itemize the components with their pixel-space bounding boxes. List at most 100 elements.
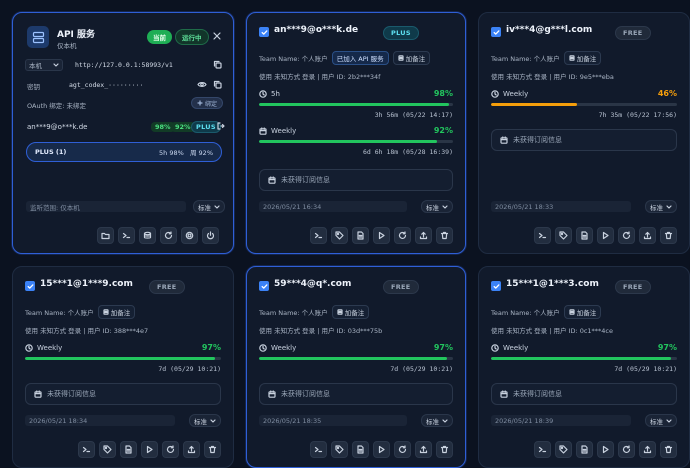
team-row: Team Name: 个人账户 加备注: [259, 305, 370, 319]
tag-button[interactable]: [555, 227, 572, 244]
plan-badge: FREE: [383, 280, 419, 294]
added-date: 2026/05/21 18:39: [491, 415, 631, 426]
file-icon: [356, 445, 365, 454]
refresh-button[interactable]: [618, 227, 635, 244]
bind-button[interactable]: 绑定: [191, 97, 224, 109]
logout-icon[interactable]: [217, 122, 225, 130]
refresh-button[interactable]: [394, 227, 411, 244]
plus-summary-box[interactable]: PLUS (1) 5h 98% 周 92%: [26, 142, 222, 162]
mode-select[interactable]: 标准: [645, 414, 677, 427]
account-card[interactable]: 15***1@1***9.com FREE Team Name: 个人账户 加备注 使用…: [12, 266, 234, 468]
mode-select[interactable]: 标准: [421, 200, 453, 213]
export-button[interactable]: [639, 227, 656, 244]
select-checkbox[interactable]: [491, 27, 501, 37]
tag-button[interactable]: [555, 441, 572, 458]
terminal-button[interactable]: [78, 441, 95, 458]
file-button[interactable]: [352, 441, 369, 458]
account-card[interactable]: an***9@o***k.de PLUS Team Name: 个人账户 已加入 AP…: [246, 12, 466, 254]
tag-button[interactable]: [331, 441, 348, 458]
refresh-button[interactable]: [394, 441, 411, 458]
terminal-button[interactable]: [310, 227, 327, 244]
copy-icon[interactable]: [213, 60, 222, 69]
account-actions: [310, 227, 453, 244]
add-note-chip[interactable]: 加备注: [563, 305, 602, 319]
terminal-button[interactable]: [310, 441, 327, 458]
stop-button[interactable]: [181, 227, 198, 244]
account-card[interactable]: 15***1@1***3.com FREE Team Name: 个人账户 加备注 使用…: [478, 266, 690, 468]
play-button[interactable]: [597, 227, 614, 244]
select-checkbox[interactable]: [25, 281, 35, 291]
export-button[interactable]: [183, 441, 200, 458]
mode-select-value: 标准: [650, 203, 663, 212]
close-icon[interactable]: [213, 32, 221, 40]
add-note-chip[interactable]: 加备注: [97, 305, 136, 319]
quota-reset: 7d (05/29 10:21): [390, 365, 453, 373]
upload-icon: [643, 445, 652, 454]
quota-bar-fill: [491, 103, 577, 106]
running-badge[interactable]: 运行中: [175, 29, 209, 45]
plan-badge: PLUS: [383, 26, 419, 40]
folder-button[interactable]: [97, 227, 114, 244]
mode-select[interactable]: 标准: [645, 200, 677, 213]
tag-icon: [335, 231, 344, 240]
play-button[interactable]: [141, 441, 158, 458]
account-card[interactable]: iv***4@g***l.com FREE Team Name: 个人账户 加备注 使用…: [478, 12, 690, 254]
play-icon: [377, 445, 386, 454]
delete-button[interactable]: [436, 227, 453, 244]
export-button[interactable]: [415, 441, 432, 458]
tag-button[interactable]: [331, 227, 348, 244]
play-button[interactable]: [373, 441, 390, 458]
file-button[interactable]: [352, 227, 369, 244]
account-email: 15***1@1***9.com: [40, 279, 133, 289]
delete-button[interactable]: [204, 441, 221, 458]
calendar-icon: [268, 390, 276, 398]
terminal-button[interactable]: [534, 441, 551, 458]
add-note-chip[interactable]: 加备注: [563, 51, 602, 65]
file-button[interactable]: [576, 227, 593, 244]
add-note-chip[interactable]: 加备注: [331, 305, 370, 319]
terminal-button[interactable]: [534, 227, 551, 244]
file-button[interactable]: [576, 441, 593, 458]
select-checkbox[interactable]: [491, 281, 501, 291]
subscription-status: 未获得订阅信息: [47, 390, 96, 398]
calendar-icon: [500, 390, 508, 398]
quota-bar: [491, 357, 677, 360]
api-service-chip[interactable]: 已加入 API 服务: [331, 51, 389, 65]
mode-select[interactable]: 标准: [421, 414, 453, 427]
scope-select[interactable]: 本机: [25, 59, 63, 71]
mode-select[interactable]: 标准: [193, 200, 225, 213]
file-button[interactable]: [120, 441, 137, 458]
play-button[interactable]: [597, 441, 614, 458]
refresh-button[interactable]: [618, 441, 635, 458]
select-checkbox[interactable]: [259, 281, 269, 291]
mode-select[interactable]: 标准: [189, 414, 221, 427]
api-url: http://127.0.0.1:58993/v1: [75, 61, 173, 69]
power-button[interactable]: [202, 227, 219, 244]
calendar-icon: [268, 176, 276, 184]
tag-button[interactable]: [99, 441, 116, 458]
terminal-button[interactable]: [118, 227, 135, 244]
select-checkbox[interactable]: [259, 27, 269, 37]
quota-label: 5h: [259, 90, 280, 98]
eye-icon[interactable]: [197, 80, 207, 89]
quota-bar-fill: [25, 357, 216, 360]
delete-button[interactable]: [660, 227, 677, 244]
export-button[interactable]: [415, 227, 432, 244]
refresh-button[interactable]: [162, 441, 179, 458]
delete-button[interactable]: [436, 441, 453, 458]
copy-key-icon[interactable]: [213, 80, 222, 89]
play-icon: [377, 231, 386, 240]
refresh-button[interactable]: [160, 227, 177, 244]
account-actions: [310, 441, 453, 458]
account-card[interactable]: 59***4@q*.com FREE Team Name: 个人账户 加备注 使用 未知…: [246, 266, 466, 468]
add-note-chip[interactable]: 加备注: [392, 51, 431, 65]
quota-label: Weekly: [25, 344, 62, 352]
added-date: 2026/05/21 18:33: [491, 201, 631, 212]
database-button[interactable]: [139, 227, 156, 244]
export-button[interactable]: [639, 441, 656, 458]
account-email: iv***4@g***l.com: [506, 25, 593, 35]
quota-reset: 7d (05/29 10:21): [614, 365, 677, 373]
delete-button[interactable]: [660, 441, 677, 458]
team-row: Team Name: 个人账户 加备注: [491, 51, 602, 65]
play-button[interactable]: [373, 227, 390, 244]
